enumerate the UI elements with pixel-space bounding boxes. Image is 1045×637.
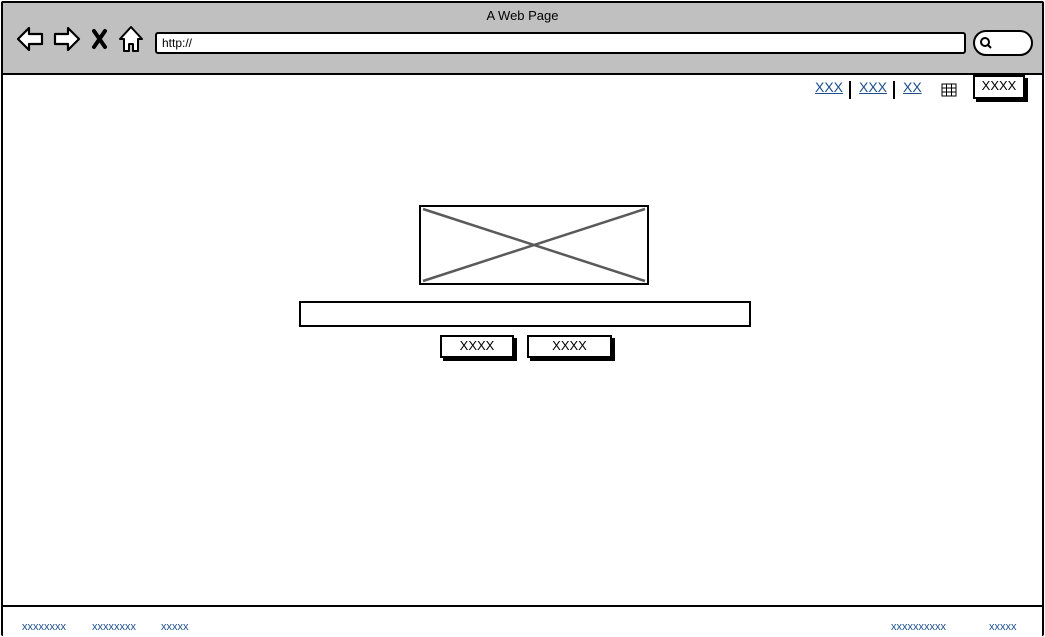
window-title: A Web Page bbox=[486, 8, 559, 23]
grid-icon[interactable] bbox=[941, 83, 957, 102]
header-link-1[interactable]: XXX bbox=[815, 79, 843, 99]
main-text-input[interactable] bbox=[299, 301, 751, 327]
close-icon[interactable] bbox=[89, 23, 111, 55]
footer-link-right-2[interactable]: xxxxx bbox=[989, 621, 1017, 633]
footer-link-right-1[interactable]: xxxxxxxxxx bbox=[891, 621, 946, 633]
footer-link-left-2[interactable]: xxxxxxxx bbox=[92, 621, 136, 633]
forward-arrow-icon[interactable] bbox=[52, 23, 82, 55]
header-link-3[interactable]: XX bbox=[903, 79, 922, 99]
header-link-2[interactable]: XXX bbox=[859, 79, 887, 99]
header-button[interactable]: XXXX bbox=[973, 75, 1025, 99]
browser-titlebar: A Web Page http:// bbox=[3, 3, 1042, 75]
browser-search-box[interactable] bbox=[973, 30, 1033, 56]
image-placeholder bbox=[419, 205, 649, 285]
search-icon bbox=[980, 37, 992, 49]
footer: xxxxxxxx xxxxxxxx xxxxx xxxxxxxxxx xxxxx bbox=[3, 605, 1042, 636]
main-button-2[interactable]: XXXX bbox=[527, 335, 612, 358]
home-icon[interactable] bbox=[117, 23, 145, 55]
footer-link-left-3[interactable]: xxxxx bbox=[161, 621, 189, 633]
link-separator bbox=[849, 81, 851, 99]
footer-link-left-1[interactable]: xxxxxxxx bbox=[22, 621, 66, 633]
link-separator bbox=[893, 81, 895, 99]
back-arrow-icon[interactable] bbox=[15, 23, 45, 55]
main-button-1[interactable]: XXXX bbox=[440, 335, 514, 358]
url-input[interactable]: http:// bbox=[155, 32, 966, 54]
browser-window: A Web Page http:// XXX XXX XX XXXX XXXX … bbox=[1, 1, 1044, 636]
